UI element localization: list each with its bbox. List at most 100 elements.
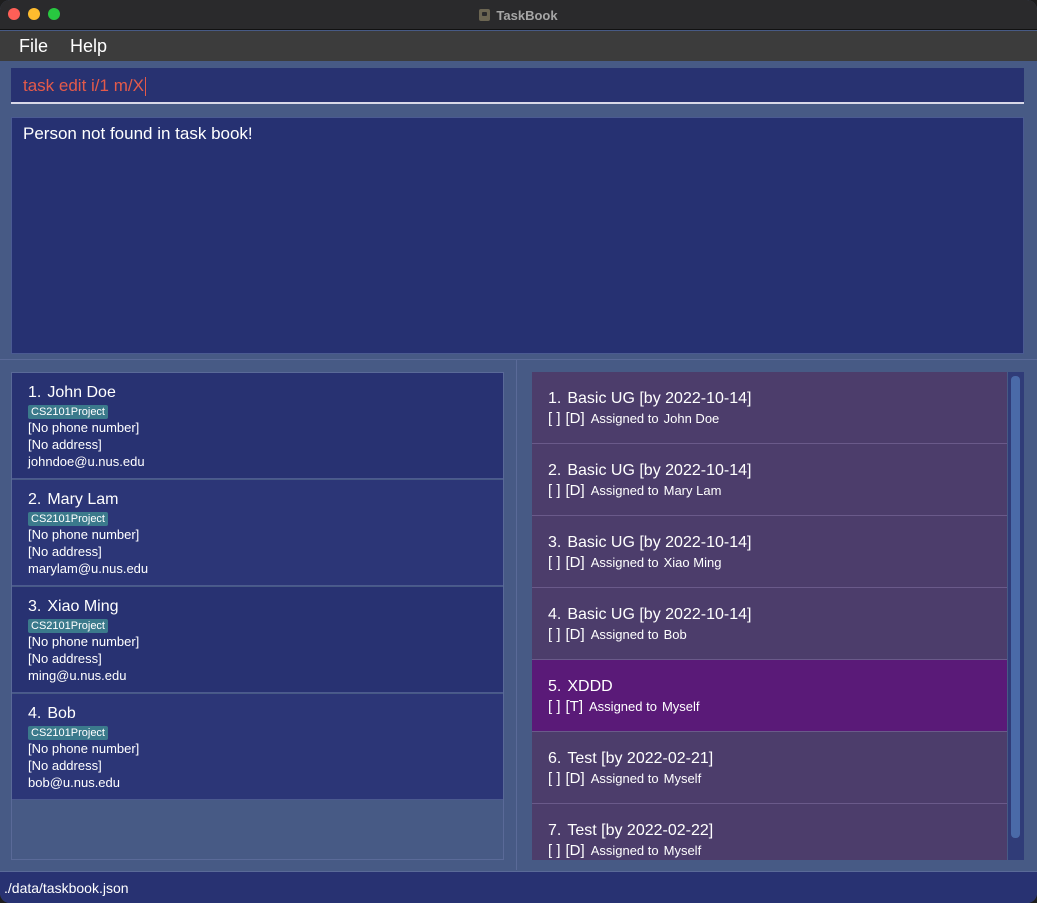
person-name-row: 4. Bob [28, 704, 503, 724]
task-title-row: 5. XDDD [548, 677, 1007, 697]
person-card[interactable]: 3. Xiao Ming CS2101Project [No phone number… [12, 587, 503, 693]
assigned-label: Assigned to [590, 483, 659, 498]
assigned-label: Assigned to [590, 555, 659, 570]
person-card[interactable]: 1. John Doe CS2101Project [No phone number]… [12, 373, 503, 479]
person-tags: CS2101Project [28, 510, 503, 526]
person-list[interactable]: 1. John Doe CS2101Project [No phone number]… [11, 372, 504, 860]
task-card[interactable]: 7. Test [by 2022-02-22] [ ] [D] Assigned to M… [532, 804, 1007, 860]
task-type: [T] [565, 698, 584, 715]
task-status: [ ] [548, 698, 561, 715]
menu-bar: File Help [0, 31, 1037, 61]
vertical-divider[interactable] [516, 360, 517, 870]
person-phone: [No phone number] [28, 634, 140, 649]
person-name: Mary Lam [47, 491, 119, 508]
task-card[interactable]: 4. Basic UG [by 2022-10-14] [ ] [D] Assigned… [532, 588, 1007, 660]
command-input-text: task edit i/1 m/X [23, 76, 144, 95]
task-index: 6. [548, 750, 562, 767]
task-card[interactable]: 2. Basic UG [by 2022-10-14] [ ] [D] Assigned… [532, 444, 1007, 516]
person-name: Xiao Ming [47, 598, 119, 615]
task-assignee: Myself [663, 843, 702, 858]
assigned-label: Assigned to [590, 843, 659, 858]
task-status: [ ] [548, 770, 561, 787]
person-tags: CS2101Project [28, 403, 503, 419]
assigned-label: Assigned to [590, 411, 659, 426]
task-title: Basic UG [by 2022-10-14] [567, 534, 752, 551]
app-window: TaskBook File Help task edit i/1 m/X Per… [0, 0, 1037, 903]
result-message: Person not found in task book! [23, 124, 253, 143]
task-title: Basic UG [by 2022-10-14] [567, 390, 752, 407]
task-card[interactable]: 3. Basic UG [by 2022-10-14] [ ] [D] Assigned… [532, 516, 1007, 588]
window-title-text: TaskBook [496, 7, 558, 23]
person-card[interactable]: 2. Mary Lam CS2101Project [No phone number]… [12, 480, 503, 586]
task-status: [ ] [548, 626, 561, 643]
person-name: John Doe [47, 384, 116, 401]
task-index: 5. [548, 678, 562, 695]
menu-file[interactable]: File [8, 31, 59, 61]
horizontal-divider[interactable] [0, 359, 1037, 360]
person-address: [No address] [28, 758, 102, 773]
title-bar: TaskBook [0, 0, 1037, 30]
person-tags: CS2101Project [28, 617, 503, 633]
task-detail-row: [ ] [D] Assigned to Myself [548, 841, 1007, 860]
task-title-row: 2. Basic UG [by 2022-10-14] [548, 461, 1007, 481]
tag-badge: CS2101Project [28, 512, 108, 526]
task-status: [ ] [548, 482, 561, 499]
task-index: 2. [548, 462, 562, 479]
task-type: [D] [565, 626, 585, 643]
scrollbar-thumb[interactable] [1011, 376, 1020, 838]
task-type: [D] [565, 770, 585, 787]
app-icon [479, 9, 491, 21]
task-index: 3. [548, 534, 562, 551]
task-title: Basic UG [by 2022-10-14] [567, 462, 752, 479]
task-title-row: 4. Basic UG [by 2022-10-14] [548, 605, 1007, 625]
task-card[interactable]: 5. XDDD [ ] [T] Assigned to Myself [532, 660, 1007, 732]
person-address: [No address] [28, 544, 102, 559]
person-phone: [No phone number] [28, 527, 140, 542]
command-box[interactable]: task edit i/1 m/X [11, 68, 1024, 104]
task-title: Test [by 2022-02-21] [567, 750, 714, 767]
person-email: johndoe@u.nus.edu [28, 454, 145, 469]
task-assignee: Xiao Ming [663, 555, 722, 570]
task-assignee: John Doe [663, 411, 720, 426]
task-list[interactable]: 1. Basic UG [by 2022-10-14] [ ] [D] Assigned… [532, 372, 1024, 860]
task-index: 4. [548, 606, 562, 623]
task-card[interactable]: 1. Basic UG [by 2022-10-14] [ ] [D] Assigned… [532, 372, 1007, 444]
task-index: 1. [548, 390, 562, 407]
assigned-label: Assigned to [589, 699, 657, 714]
person-index: 3. [28, 598, 42, 615]
task-type: [D] [565, 482, 585, 499]
person-email: bob@u.nus.edu [28, 775, 120, 790]
task-status: [ ] [548, 842, 561, 859]
task-assignee: Bob [663, 627, 687, 642]
task-card[interactable]: 6. Test [by 2022-02-21] [ ] [D] Assigned to M… [532, 732, 1007, 804]
task-list-scrollbar[interactable] [1008, 372, 1024, 860]
person-index: 4. [28, 705, 42, 722]
task-index: 7. [548, 822, 562, 839]
result-display: Person not found in task book! [11, 117, 1024, 354]
person-address: [No address] [28, 651, 102, 666]
person-phone: [No phone number] [28, 420, 140, 435]
assigned-label: Assigned to [590, 627, 659, 642]
task-type: [D] [565, 554, 585, 571]
task-title-row: 1. Basic UG [by 2022-10-14] [548, 389, 1007, 409]
assigned-label: Assigned to [590, 771, 659, 786]
tag-badge: CS2101Project [28, 619, 108, 633]
menu-help[interactable]: Help [59, 31, 118, 61]
task-title: XDDD [567, 678, 613, 695]
task-assignee: Myself [663, 771, 702, 786]
task-title-row: 7. Test [by 2022-02-22] [548, 821, 1007, 841]
task-status: [ ] [548, 554, 561, 571]
person-name-row: 1. John Doe [28, 383, 503, 403]
task-title-row: 6. Test [by 2022-02-21] [548, 749, 1007, 769]
task-assignee: Myself [661, 699, 700, 714]
data-file-path: ./data/taskbook.json [4, 880, 129, 896]
task-detail-row: [ ] [D] Assigned to Bob [548, 625, 1007, 645]
tag-badge: CS2101Project [28, 726, 108, 740]
task-type: [D] [565, 410, 585, 427]
window-title: TaskBook [0, 0, 1037, 30]
person-card[interactable]: 4. Bob CS2101Project [No phone number] [No a… [12, 694, 503, 800]
task-title-row: 3. Basic UG [by 2022-10-14] [548, 533, 1007, 553]
command-input[interactable]: task edit i/1 m/X [23, 76, 146, 97]
task-detail-row: [ ] [D] Assigned to Mary Lam [548, 481, 1007, 501]
task-title: Basic UG [by 2022-10-14] [567, 606, 752, 623]
